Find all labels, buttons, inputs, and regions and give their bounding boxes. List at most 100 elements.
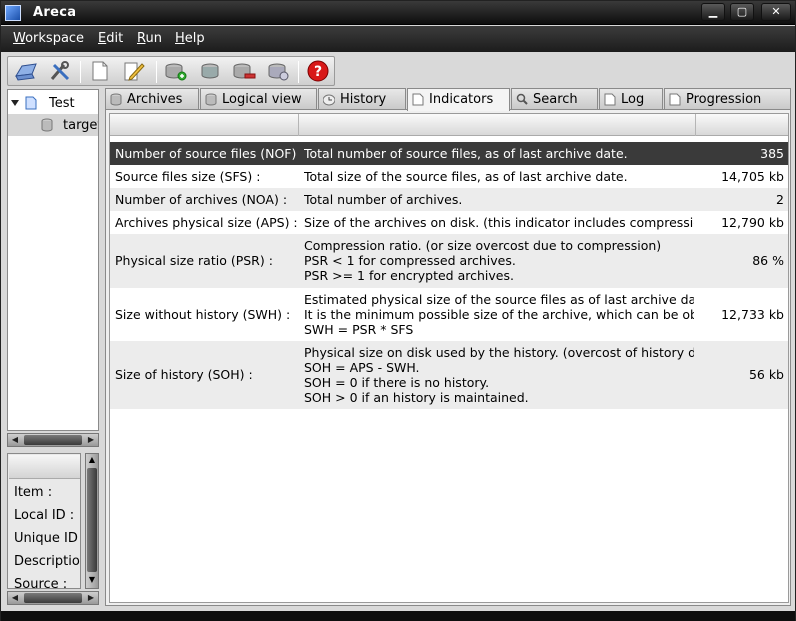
indicator-name: Size of history (SOH) : — [115, 367, 253, 382]
indicator-name: Source files size (SFS) : — [115, 169, 261, 184]
app-icon — [5, 5, 21, 21]
tab-log[interactable]: Log — [599, 88, 663, 110]
indicator-name: Size without history (SWH) : — [115, 307, 291, 322]
document-icon — [412, 93, 424, 106]
add-archive-icon — [165, 63, 187, 81]
tab-logical-view[interactable]: Logical view — [200, 88, 317, 110]
indicator-description: Total number of archives. — [304, 192, 463, 207]
toolbar-separator — [156, 61, 157, 83]
indicator-name: Number of archives (NOA) : — [115, 192, 288, 207]
indicators-table[interactable]: Number of source files (NOF) Total numbe… — [109, 113, 789, 603]
search-icon — [516, 93, 528, 105]
indicator-description: Size of the archives on disk. (this indi… — [304, 215, 694, 230]
toolbar-separator — [298, 61, 299, 83]
menu-edit[interactable]: Edit — [98, 31, 123, 46]
tree-item-target[interactable]: target — [8, 114, 98, 136]
prop-description-label: Description : — [14, 554, 81, 569]
indicator-value: 12,790 kb — [721, 215, 784, 230]
tree-item-test[interactable]: Test — [8, 92, 98, 114]
scroll-down-icon[interactable]: ▼ — [87, 575, 97, 584]
tree-horizontal-scrollbar[interactable]: ◀ ▶ — [7, 433, 99, 447]
scroll-left-icon[interactable]: ◀ — [10, 435, 20, 445]
merge-button[interactable] — [198, 60, 222, 82]
menu-workspace[interactable]: Workspace — [13, 31, 84, 46]
indicator-name: Physical size ratio (PSR) : — [115, 253, 273, 268]
table-row[interactable]: Physical size ratio (PSR) : Compression … — [110, 234, 788, 288]
column-header-value[interactable] — [696, 114, 788, 136]
menu-help[interactable]: Help — [175, 31, 205, 46]
indicator-description: Total size of the source files, as of la… — [304, 169, 628, 184]
scroll-thumb[interactable] — [87, 468, 97, 572]
title-bar[interactable]: Areca ▁ ▢ ✕ — [1, 1, 795, 25]
scroll-thumb[interactable] — [24, 435, 82, 445]
maximize-button[interactable]: ▢ — [730, 3, 754, 21]
table-row[interactable]: Number of archives (NOA) : Total number … — [110, 188, 788, 211]
indicator-value: 14,705 kb — [721, 169, 784, 184]
scroll-up-icon[interactable]: ▲ — [87, 455, 97, 464]
indicator-name: Number of source files (NOF) — [115, 146, 297, 161]
indicator-value: 2 — [776, 192, 784, 207]
properties-horizontal-scrollbar[interactable]: ◀ ▶ — [7, 591, 99, 605]
scroll-left-icon[interactable]: ◀ — [10, 593, 20, 603]
indicator-value: 12,733 kb — [721, 307, 784, 322]
indicator-value: 56 kb — [748, 367, 784, 382]
indicator-description: Compression ratio. (or size overcost due… — [304, 238, 662, 283]
document-icon — [669, 93, 681, 106]
check-archive-button[interactable] — [266, 60, 290, 82]
table-row[interactable]: Size without history (SWH) : Estimated p… — [110, 288, 788, 341]
tab-history[interactable]: History — [318, 88, 406, 110]
app-window: Areca ▁ ▢ ✕ Workspace Edit Run Help ? Te… — [0, 0, 796, 621]
maximize-icon: ▢ — [736, 5, 748, 18]
open-workspace-icon — [15, 63, 37, 81]
scroll-right-icon[interactable]: ▶ — [86, 593, 96, 603]
check-icon — [268, 63, 289, 81]
tree-item-label: Test — [49, 96, 75, 111]
tab-search[interactable]: Search — [511, 88, 598, 110]
add-archive-button[interactable] — [164, 60, 188, 82]
column-header-description[interactable] — [299, 114, 696, 136]
new-document-button[interactable] — [88, 60, 112, 82]
tab-bar: Archives Logical view History Indicators… — [105, 88, 791, 111]
indicators-panel: Number of source files (NOF) Total numbe… — [105, 109, 791, 606]
minimize-icon: ▁ — [708, 5, 718, 18]
expand-arrow-icon — [11, 100, 19, 106]
indicator-description: Estimated physical size of the source fi… — [304, 292, 694, 337]
indicator-description: Total number of source files, as of last… — [304, 146, 628, 161]
column-header-name[interactable] — [110, 114, 299, 136]
minimize-button[interactable]: ▁ — [701, 3, 725, 21]
preferences-button[interactable] — [48, 60, 72, 82]
open-workspace-button[interactable] — [14, 60, 38, 82]
window-bottom-border — [1, 611, 795, 621]
new-document-icon — [92, 61, 108, 81]
table-row[interactable]: Archives physical size (APS) : Size of t… — [110, 211, 788, 234]
tab-indicators[interactable]: Indicators — [407, 88, 510, 111]
indicator-value: 86 % — [752, 253, 784, 268]
properties-vertical-scrollbar[interactable]: ▲ ▼ — [85, 453, 99, 589]
delete-icon — [233, 63, 256, 79]
preferences-icon — [50, 61, 70, 81]
edit-icon — [124, 62, 145, 81]
document-icon — [604, 93, 616, 106]
indicator-name: Archives physical size (APS) : — [115, 215, 298, 230]
delete-archive-button[interactable] — [232, 60, 256, 82]
help-button[interactable]: ? — [306, 60, 330, 82]
clock-icon — [323, 94, 335, 106]
edit-button[interactable] — [122, 60, 146, 82]
table-row[interactable]: Size of history (SOH) : Physical size on… — [110, 341, 788, 409]
table-row[interactable]: Source files size (SFS) : Total size of … — [110, 165, 788, 188]
prop-unique-id-label: Unique ID : — [14, 531, 81, 546]
database-icon — [110, 93, 122, 106]
menu-run[interactable]: Run — [137, 31, 162, 46]
prop-source-label: Source : — [14, 577, 68, 589]
table-row[interactable]: Number of source files (NOF) Total numbe… — [110, 142, 788, 165]
workspace-tree[interactable]: Test target — [7, 89, 99, 431]
menu-bar: Workspace Edit Run Help — [1, 26, 795, 52]
indicator-description: Physical size on disk used by the histor… — [304, 345, 694, 405]
tab-progression[interactable]: Progression — [664, 88, 791, 110]
scroll-thumb[interactable] — [24, 593, 82, 603]
toolbar: ? — [7, 56, 335, 86]
close-button[interactable]: ✕ — [761, 3, 791, 21]
properties-panel: Item : Local ID : Unique ID : Descriptio… — [7, 453, 81, 589]
tab-archives[interactable]: Archives — [105, 88, 199, 110]
scroll-right-icon[interactable]: ▶ — [86, 435, 96, 445]
